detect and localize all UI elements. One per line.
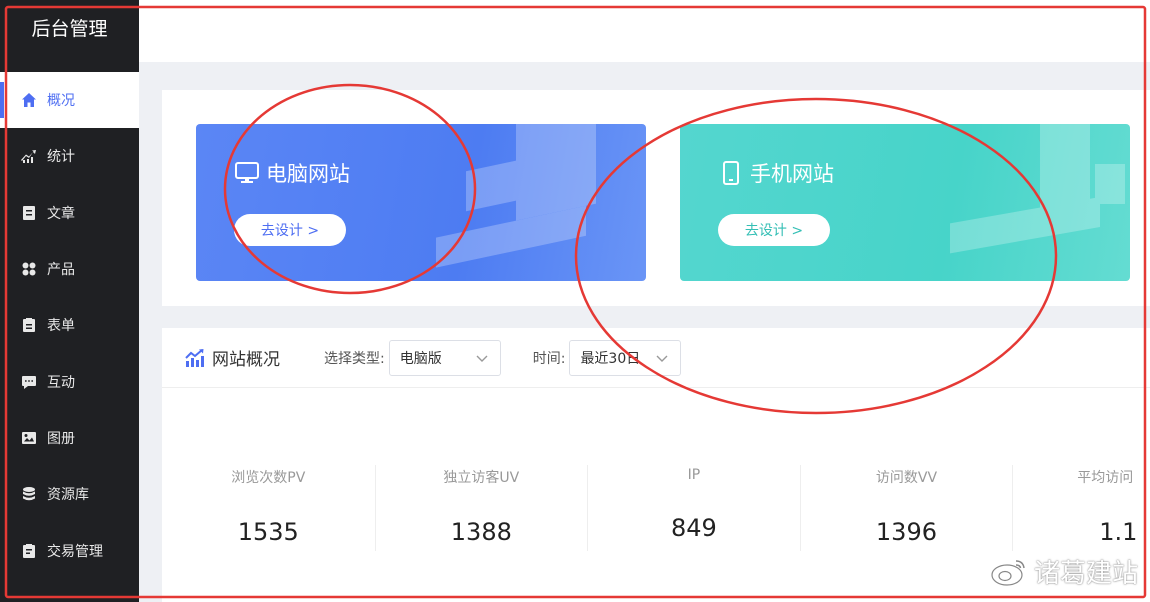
stats-row: 浏览次数PV 1535 独立访客UV 1388 IP 849 访问数VV 139… [162,465,1150,551]
time-filter-label: 时间: [532,350,566,367]
top-header [139,0,1150,62]
sidebar-item-label: 统计 [47,149,75,166]
sidebar-item-label: 表单 [47,318,75,335]
time-select[interactable]: 最近30日 [569,339,682,376]
trend-icon [20,147,38,165]
home-icon [20,91,38,109]
weibo-icon [990,557,1028,587]
stat-vv: 访问数VV 1396 [799,465,1013,551]
overview-header: 网站概况 选择类型: 电脑版 时间: 最近30日 [162,328,1150,388]
mobile-design-button[interactable]: 去设计 > [718,214,830,246]
sidebar-nav: 概况 统计 文章 产品 表单 互动 图册 资源库 交易管理 [0,72,139,579]
sidebar-item-label: 产品 [47,262,75,279]
sidebar-item-stats[interactable]: 统计 [0,128,139,184]
stat-value: 1396 [875,518,937,546]
pc-illustration [436,124,596,268]
image-icon [20,429,38,447]
grid-icon [20,260,38,278]
mobile-site-card[interactable]: 手机网站 去设计 > [680,124,1130,281]
sidebar-item-articles[interactable]: 文章 [0,185,139,241]
type-select[interactable]: 电脑版 [388,339,501,376]
sidebar-item-label: 概况 [47,93,75,110]
chevron-down-icon [476,355,488,362]
stat-value: 849 [670,514,717,542]
document-icon [20,204,38,222]
stat-label: 浏览次数PV [231,470,306,486]
type-select-value: 电脑版 [399,350,442,367]
banner-panel: 电脑网站 去设计 > 手机网站 去设计 > [162,90,1150,306]
active-indicator [0,82,4,118]
pc-site-title: 电脑网站 [266,162,350,186]
chevron-down-icon [656,355,668,362]
order-icon [20,542,38,560]
sidebar-item-gallery[interactable]: 图册 [0,410,139,466]
sidebar-item-label: 资源库 [47,487,89,504]
sidebar-item-products[interactable]: 产品 [0,241,139,297]
sidebar-item-transactions[interactable]: 交易管理 [0,522,139,578]
stat-avg-visit: 平均访问 1.1 [1012,465,1150,551]
sidebar-item-interaction[interactable]: 互动 [0,353,139,409]
time-select-value: 最近30日 [580,350,641,367]
stat-label: IP [687,467,701,483]
sidebar-item-resources[interactable]: 资源库 [0,466,139,522]
sidebar-item-label: 交易管理 [47,543,103,560]
sidebar-item-forms[interactable]: 表单 [0,297,139,353]
chart-trend-icon [184,347,206,369]
monitor-icon [234,160,260,186]
pc-design-button[interactable]: 去设计 > [234,214,346,246]
stat-value: 1535 [237,518,299,546]
stat-uv: 独立访客UV 1388 [374,465,588,551]
stat-pv: 浏览次数PV 1535 [162,465,375,551]
type-filter-label: 选择类型: [324,350,385,367]
stat-value: 1388 [450,518,512,546]
mobile-illustration [950,124,1125,254]
chat-icon [20,373,38,391]
stat-label: 平均访问 [1077,470,1134,486]
pc-site-card[interactable]: 电脑网站 去设计 > [196,124,646,281]
stat-label: 独立访客UV [443,470,520,486]
database-icon [20,485,38,503]
watermark: 诸葛建站 [990,553,1138,590]
phone-icon [718,160,744,186]
sidebar-item-label: 互动 [47,374,75,391]
stat-value: 1.1 [1099,518,1138,546]
sidebar-item-label: 图册 [47,430,75,447]
stat-ip: IP 849 [587,465,800,551]
overview-title: 网站概况 [212,350,280,370]
clipboard-icon [20,316,38,334]
mobile-site-title: 手机网站 [750,162,834,186]
watermark-text: 诸葛建站 [1033,559,1138,589]
sidebar-item-overview[interactable]: 概况 [0,72,139,129]
sidebar-item-label: 文章 [47,205,75,222]
stat-label: 访问数VV [875,470,938,486]
app-title: 后台管理 [0,0,139,72]
